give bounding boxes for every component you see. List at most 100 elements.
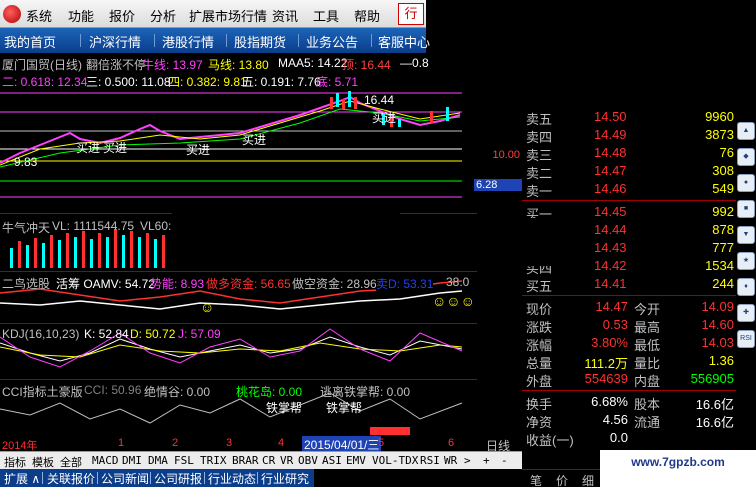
stat-value: 14.60 bbox=[701, 317, 734, 332]
cci-value: CCI: 50.96 bbox=[84, 383, 142, 397]
ind-tab[interactable]: ASI bbox=[322, 454, 342, 467]
ind-tab[interactable]: OBV bbox=[298, 454, 318, 467]
nav-separator bbox=[371, 34, 372, 47]
menu-news[interactable]: 资讯 bbox=[272, 6, 298, 25]
ind-tab[interactable]: EMV bbox=[346, 454, 366, 467]
tool-icon[interactable]: ✚ bbox=[737, 304, 755, 322]
tab-industry-research[interactable]: 行业研究 bbox=[261, 470, 309, 487]
stat-value: 3.80% bbox=[591, 335, 628, 350]
menu-tools[interactable]: 工具 bbox=[313, 6, 339, 25]
ask-vol: 3873 bbox=[705, 127, 734, 142]
fib-level-3: 三: 0.500: 11.08 bbox=[86, 75, 171, 89]
ind-tab[interactable]: CR bbox=[262, 454, 275, 467]
tab-separator bbox=[150, 472, 151, 484]
quote-separator bbox=[522, 295, 736, 296]
ma-value-2: 马线: 13.80 bbox=[208, 58, 269, 72]
top-value: 顶: 16.44 bbox=[342, 58, 391, 72]
tab-company-news[interactable]: 公司新闻 bbox=[101, 470, 149, 487]
tab-related-quote[interactable]: 关联报价 bbox=[47, 470, 95, 487]
bird-bear: 做空资金: 28.96 bbox=[292, 277, 377, 291]
bid-vol: 878 bbox=[712, 222, 734, 237]
nav-hk[interactable]: 港股行情 bbox=[162, 32, 214, 51]
cci-jq: 绝情谷: 0.00 bbox=[144, 385, 211, 399]
tool-icon[interactable]: ■ bbox=[737, 200, 755, 218]
ind-tab[interactable]: WR bbox=[444, 454, 457, 467]
tab-industry-news[interactable]: 行业动态 bbox=[208, 470, 256, 487]
ask-row[interactable]: 卖三 14.48 76 bbox=[522, 144, 736, 163]
timeline-tick: 5 bbox=[378, 437, 385, 449]
tab-separator bbox=[42, 472, 43, 484]
tool-icon[interactable]: ▼ bbox=[737, 226, 755, 244]
bid-price: 14.44 bbox=[594, 222, 627, 237]
nav-shsz[interactable]: 沪深行情 bbox=[89, 32, 141, 51]
menu-analysis[interactable]: 分析 bbox=[150, 6, 176, 25]
ind-tab[interactable]: BRAR bbox=[232, 454, 259, 467]
tool-icon[interactable]: ♦ bbox=[737, 278, 755, 296]
trade-button[interactable]: 行 bbox=[398, 3, 424, 25]
zoom-in-button[interactable]: + bbox=[483, 454, 490, 467]
menu-help[interactable]: 帮助 bbox=[354, 6, 380, 25]
pane-separator bbox=[0, 271, 477, 272]
tab-company-research[interactable]: 公司研报 bbox=[154, 470, 202, 487]
nav-home[interactable]: 我的首页 bbox=[4, 32, 56, 51]
tool-icon[interactable]: ★ bbox=[737, 252, 755, 270]
nav-bar: 我的首页 沪深行情 港股行情 股指期货 业务公告 客服中心 bbox=[0, 28, 430, 53]
tab-extend[interactable]: 扩展 ∧ bbox=[4, 470, 40, 487]
bid-price: 14.45 bbox=[594, 204, 627, 219]
nav-service[interactable]: 客服中心 bbox=[378, 32, 430, 51]
tool-icon[interactable]: ◆ bbox=[737, 148, 755, 166]
app-logo-icon bbox=[3, 5, 21, 23]
tool-icon[interactable]: ▲ bbox=[737, 122, 755, 140]
zoom-out-button[interactable]: - bbox=[501, 454, 508, 467]
stat-row: 涨跌 0.53 最高 14.60 bbox=[522, 316, 736, 335]
ind-more-button[interactable]: > bbox=[464, 454, 471, 467]
buy-signal: 买进 bbox=[242, 133, 267, 147]
nav-separator bbox=[226, 34, 227, 47]
stat-value: 556905 bbox=[690, 371, 734, 386]
bid-vol: 992 bbox=[712, 204, 734, 219]
ind-tab[interactable]: DMA bbox=[148, 454, 168, 467]
bid-row[interactable]: 买五 14.41 244 bbox=[522, 275, 736, 294]
ind-tab[interactable]: 模板 bbox=[32, 454, 54, 470]
bid-price: 14.41 bbox=[594, 276, 627, 291]
ask-row[interactable]: 卖五 14.50 9960 bbox=[522, 108, 736, 127]
tab-detail[interactable]: 细 bbox=[582, 472, 594, 487]
menu-function[interactable]: 功能 bbox=[68, 6, 94, 25]
bird-sell: 卖D: 53.31 bbox=[376, 275, 434, 292]
tab-trades[interactable]: 笔 bbox=[530, 472, 542, 487]
ind-tab[interactable]: RSI bbox=[420, 454, 440, 467]
ind-tab[interactable]: FSL bbox=[174, 454, 194, 467]
ask-row[interactable]: 卖二 14.47 308 bbox=[522, 162, 736, 181]
tool-icon[interactable]: ● bbox=[737, 174, 755, 192]
tab-price[interactable]: 价 bbox=[556, 472, 568, 487]
cci-tz-label: 铁掌帮 bbox=[326, 401, 363, 415]
menu-quote[interactable]: 报价 bbox=[109, 6, 135, 25]
nav-separator bbox=[154, 34, 155, 47]
menu-extended-market[interactable]: 扩展市场行情 bbox=[189, 6, 267, 25]
ask-vol: 308 bbox=[712, 163, 734, 178]
extra-value: —0.8 bbox=[400, 56, 429, 70]
nav-notice[interactable]: 业务公告 bbox=[306, 32, 358, 51]
ask-row[interactable]: 卖四 14.49 3873 bbox=[522, 126, 736, 145]
buy-signal: 买进 bbox=[186, 143, 211, 157]
buy-signal: 买进 bbox=[103, 141, 128, 155]
rsi-tool-icon[interactable]: RSI bbox=[737, 330, 755, 348]
bid-vol: 777 bbox=[712, 240, 734, 255]
menu-system[interactable]: 系统 bbox=[26, 6, 52, 25]
ind-tab[interactable]: 指标 bbox=[4, 454, 26, 470]
ind-tab[interactable]: MACD bbox=[92, 454, 119, 467]
buy-signal: 买进 bbox=[76, 141, 101, 155]
kdj-j-value: J: 57.09 bbox=[178, 327, 221, 341]
ind-tab[interactable]: 全部 bbox=[60, 454, 82, 470]
nav-futures[interactable]: 股指期货 bbox=[234, 32, 286, 51]
ind-tab[interactable]: DMI bbox=[122, 454, 142, 467]
ind-tab[interactable]: TRIX bbox=[200, 454, 227, 467]
cci-tl: 逃离铁掌帮: 0.00 bbox=[320, 385, 411, 399]
ask-row[interactable]: 卖一 14.46 549 bbox=[522, 180, 736, 199]
fin-value: 6.68% bbox=[591, 394, 628, 409]
ind-tab[interactable]: VR bbox=[280, 454, 293, 467]
side-toolbar: ▲ ◆ ● ■ ▼ ★ ♦ ✚ RSI bbox=[736, 108, 756, 428]
timeline-tick: 2 bbox=[172, 437, 179, 449]
masked-region bbox=[522, 218, 578, 266]
ind-tab[interactable]: VOL-TDX bbox=[372, 454, 418, 467]
